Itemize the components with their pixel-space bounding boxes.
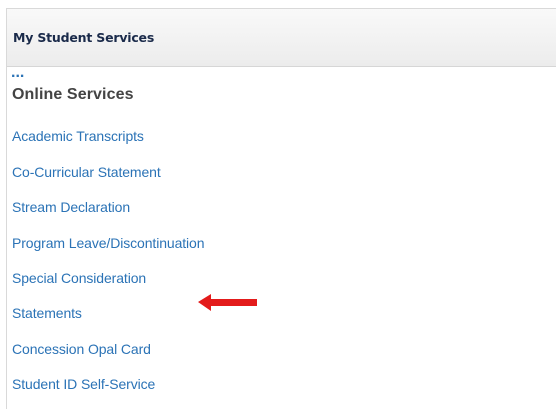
- left-arrow-icon: [198, 294, 257, 311]
- link-special-consideration[interactable]: Special Consideration: [12, 270, 146, 286]
- link-concession-opal-card[interactable]: Concession Opal Card: [12, 341, 151, 357]
- more-link[interactable]: ...: [11, 65, 24, 81]
- link-academic-transcripts[interactable]: Academic Transcripts: [12, 128, 144, 144]
- section-heading: Online Services: [12, 86, 134, 103]
- link-statements[interactable]: Statements: [12, 305, 82, 321]
- portlet-header: My Student Services: [7, 9, 556, 67]
- link-program-leave[interactable]: Program Leave/Discontinuation: [12, 235, 205, 251]
- link-stream-declaration[interactable]: Stream Declaration: [12, 199, 130, 215]
- link-co-curricular-statement[interactable]: Co-Curricular Statement: [12, 164, 161, 180]
- portlet-title: My Student Services: [13, 30, 155, 45]
- link-student-id-self-service[interactable]: Student ID Self-Service: [12, 376, 155, 392]
